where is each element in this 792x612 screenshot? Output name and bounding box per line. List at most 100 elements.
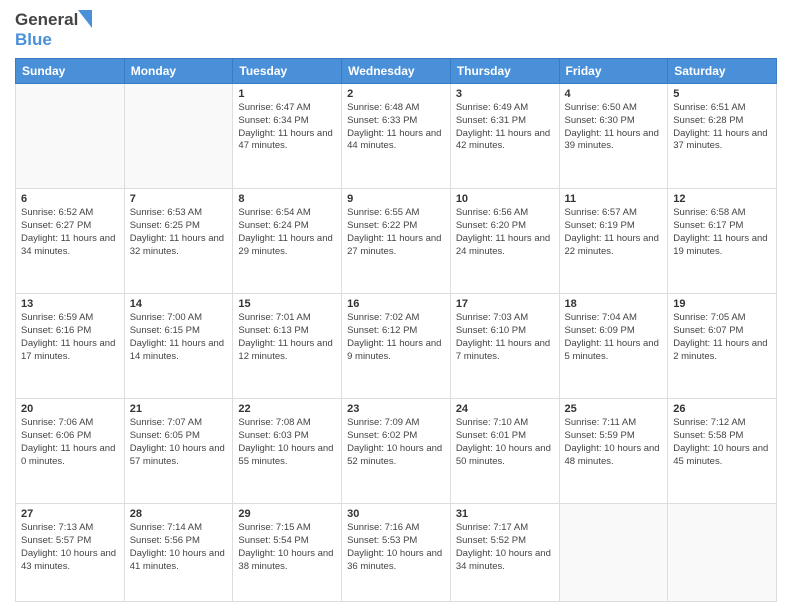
calendar-cell: 2 Sunrise: 6:48 AM Sunset: 6:33 PM Daylig… (342, 84, 451, 189)
day-info: Sunrise: 6:50 AM Sunset: 6:30 PM Dayligh… (565, 102, 663, 153)
day-number: 31 (456, 508, 554, 520)
calendar-table: SundayMondayTuesdayWednesdayThursdayFrid… (15, 58, 777, 602)
calendar-cell: 3Sunrise: 6:49 AM Sunset: 6:31 PM Daylig… (450, 84, 559, 189)
day-number: 2 (347, 88, 445, 100)
day-info: Sunrise: 7:17 AM Sunset: 5:52 PM Dayligh… (456, 522, 554, 573)
day-number: 15 (238, 298, 336, 310)
calendar-cell: 30Sunrise: 7:16 AM Sunset: 5:53 PM Dayli… (342, 504, 451, 602)
logo-triangle-icon (78, 10, 92, 30)
day-number: 1 (238, 88, 336, 100)
calendar-cell: 17 Sunrise: 7:03 AM Sunset: 6:10 PM Dayli… (450, 294, 559, 399)
day-number: 6 (21, 193, 119, 205)
day-number: 18 (565, 298, 663, 310)
day-info: Sunrise: 7:09 AM Sunset: 6:02 PM Dayligh… (347, 417, 445, 468)
day-number: 27 (21, 508, 119, 520)
day-info: Sunrise: 6:55 AM Sunset: 6:22 PM Dayligh… (347, 207, 445, 258)
calendar-cell: 7 Sunrise: 6:53 AM Sunset: 6:25 PM Daylig… (124, 189, 233, 294)
day-number: 12 (673, 193, 771, 205)
day-info: Sunrise: 6:56 AM Sunset: 6:20 PM Dayligh… (456, 207, 554, 258)
day-number: 23 (347, 403, 445, 415)
day-number: 29 (238, 508, 336, 520)
day-info: Sunrise: 7:04 AM Sunset: 6:09 PM Dayligh… (565, 312, 663, 363)
calendar-cell: 4 Sunrise: 6:50 AM Sunset: 6:30 PM Daylig… (559, 84, 668, 189)
header: GeneralBlue (15, 10, 777, 50)
day-info: Sunrise: 6:59 AM Sunset: 6:16 PM Dayligh… (21, 312, 119, 363)
day-number: 13 (21, 298, 119, 310)
calendar-cell: 15Sunrise: 7:01 AM Sunset: 6:13 PM Dayli… (233, 294, 342, 399)
header-row: SundayMondayTuesdayWednesdayThursdayFrid… (16, 59, 777, 84)
calendar-cell: 5Sunrise: 6:51 AM Sunset: 6:28 PM Daylig… (668, 84, 777, 189)
day-number: 17 (456, 298, 554, 310)
day-header-thursday: Thursday (450, 59, 559, 84)
calendar-cell: 29 Sunrise: 7:15 AM Sunset: 5:54 PM Dayli… (233, 504, 342, 602)
calendar-cell: 11 Sunrise: 6:57 AM Sunset: 6:19 PM Dayli… (559, 189, 668, 294)
day-number: 28 (130, 508, 228, 520)
day-header-sunday: Sunday (16, 59, 125, 84)
logo-blue: Blue (15, 30, 52, 49)
day-info: Sunrise: 6:53 AM Sunset: 6:25 PM Dayligh… (130, 207, 228, 258)
day-info: Sunrise: 6:52 AM Sunset: 6:27 PM Dayligh… (21, 207, 119, 258)
calendar-cell: 16 Sunrise: 7:02 AM Sunset: 6:12 PM Dayli… (342, 294, 451, 399)
logo: GeneralBlue (15, 10, 92, 50)
day-info: Sunrise: 7:12 AM Sunset: 5:58 PM Dayligh… (673, 417, 771, 468)
calendar-cell: 1 Sunrise: 6:47 AM Sunset: 6:34 PM Daylig… (233, 84, 342, 189)
day-number: 8 (238, 193, 336, 205)
calendar-cell: 9Sunrise: 6:55 AM Sunset: 6:22 PM Daylig… (342, 189, 451, 294)
day-header-monday: Monday (124, 59, 233, 84)
day-header-saturday: Saturday (668, 59, 777, 84)
day-header-friday: Friday (559, 59, 668, 84)
day-info: Sunrise: 6:57 AM Sunset: 6:19 PM Dayligh… (565, 207, 663, 258)
day-number: 5 (673, 88, 771, 100)
calendar-cell: 14 Sunrise: 7:00 AM Sunset: 6:15 PM Dayli… (124, 294, 233, 399)
day-number: 7 (130, 193, 228, 205)
day-header-wednesday: Wednesday (342, 59, 451, 84)
calendar-cell: 19Sunrise: 7:05 AM Sunset: 6:07 PM Dayli… (668, 294, 777, 399)
calendar-cell: 6 Sunrise: 6:52 AM Sunset: 6:27 PM Daylig… (16, 189, 125, 294)
day-number: 26 (673, 403, 771, 415)
calendar-cell: 12 Sunrise: 6:58 AM Sunset: 6:17 PM Dayli… (668, 189, 777, 294)
day-number: 11 (565, 193, 663, 205)
day-info: Sunrise: 7:06 AM Sunset: 6:06 PM Dayligh… (21, 417, 119, 468)
calendar-cell: 10Sunrise: 6:56 AM Sunset: 6:20 PM Dayli… (450, 189, 559, 294)
day-number: 16 (347, 298, 445, 310)
day-info: Sunrise: 7:14 AM Sunset: 5:56 PM Dayligh… (130, 522, 228, 573)
day-info: Sunrise: 6:48 AM Sunset: 6:33 PM Dayligh… (347, 102, 445, 153)
day-number: 24 (456, 403, 554, 415)
day-header-tuesday: Tuesday (233, 59, 342, 84)
calendar-cell (668, 504, 777, 602)
day-info: Sunrise: 6:54 AM Sunset: 6:24 PM Dayligh… (238, 207, 336, 258)
calendar-cell: 18 Sunrise: 7:04 AM Sunset: 6:09 PM Dayli… (559, 294, 668, 399)
day-number: 19 (673, 298, 771, 310)
calendar-cell: 26 Sunrise: 7:12 AM Sunset: 5:58 PM Dayli… (668, 399, 777, 504)
week-row-3: 13 Sunrise: 6:59 AM Sunset: 6:16 PM Dayli… (16, 294, 777, 399)
calendar-cell (559, 504, 668, 602)
calendar-cell (124, 84, 233, 189)
day-info: Sunrise: 7:08 AM Sunset: 6:03 PM Dayligh… (238, 417, 336, 468)
logo-general: General (15, 10, 78, 30)
week-row-1: 1 Sunrise: 6:47 AM Sunset: 6:34 PM Daylig… (16, 84, 777, 189)
day-number: 14 (130, 298, 228, 310)
calendar-cell: 28 Sunrise: 7:14 AM Sunset: 5:56 PM Dayli… (124, 504, 233, 602)
day-info: Sunrise: 7:00 AM Sunset: 6:15 PM Dayligh… (130, 312, 228, 363)
day-number: 4 (565, 88, 663, 100)
day-info: Sunrise: 7:15 AM Sunset: 5:54 PM Dayligh… (238, 522, 336, 573)
week-row-4: 20Sunrise: 7:06 AM Sunset: 6:06 PM Dayli… (16, 399, 777, 504)
calendar-cell: 21 Sunrise: 7:07 AM Sunset: 6:05 PM Dayli… (124, 399, 233, 504)
day-info: Sunrise: 6:47 AM Sunset: 6:34 PM Dayligh… (238, 102, 336, 153)
day-info: Sunrise: 7:02 AM Sunset: 6:12 PM Dayligh… (347, 312, 445, 363)
calendar-cell: 13 Sunrise: 6:59 AM Sunset: 6:16 PM Dayli… (16, 294, 125, 399)
calendar-cell: 24 Sunrise: 7:10 AM Sunset: 6:01 PM Dayli… (450, 399, 559, 504)
calendar-cell (16, 84, 125, 189)
calendar-cell: 25Sunrise: 7:11 AM Sunset: 5:59 PM Dayli… (559, 399, 668, 504)
day-number: 21 (130, 403, 228, 415)
calendar-cell: 31 Sunrise: 7:17 AM Sunset: 5:52 PM Dayli… (450, 504, 559, 602)
page: GeneralBlue SundayMondayTuesdayWednesday… (0, 0, 792, 612)
day-info: Sunrise: 6:49 AM Sunset: 6:31 PM Dayligh… (456, 102, 554, 153)
week-row-2: 6 Sunrise: 6:52 AM Sunset: 6:27 PM Daylig… (16, 189, 777, 294)
day-info: Sunrise: 7:07 AM Sunset: 6:05 PM Dayligh… (130, 417, 228, 468)
calendar-cell: 23 Sunrise: 7:09 AM Sunset: 6:02 PM Dayli… (342, 399, 451, 504)
day-info: Sunrise: 7:03 AM Sunset: 6:10 PM Dayligh… (456, 312, 554, 363)
day-info: Sunrise: 7:10 AM Sunset: 6:01 PM Dayligh… (456, 417, 554, 468)
day-info: Sunrise: 6:58 AM Sunset: 6:17 PM Dayligh… (673, 207, 771, 258)
calendar-cell: 8 Sunrise: 6:54 AM Sunset: 6:24 PM Daylig… (233, 189, 342, 294)
